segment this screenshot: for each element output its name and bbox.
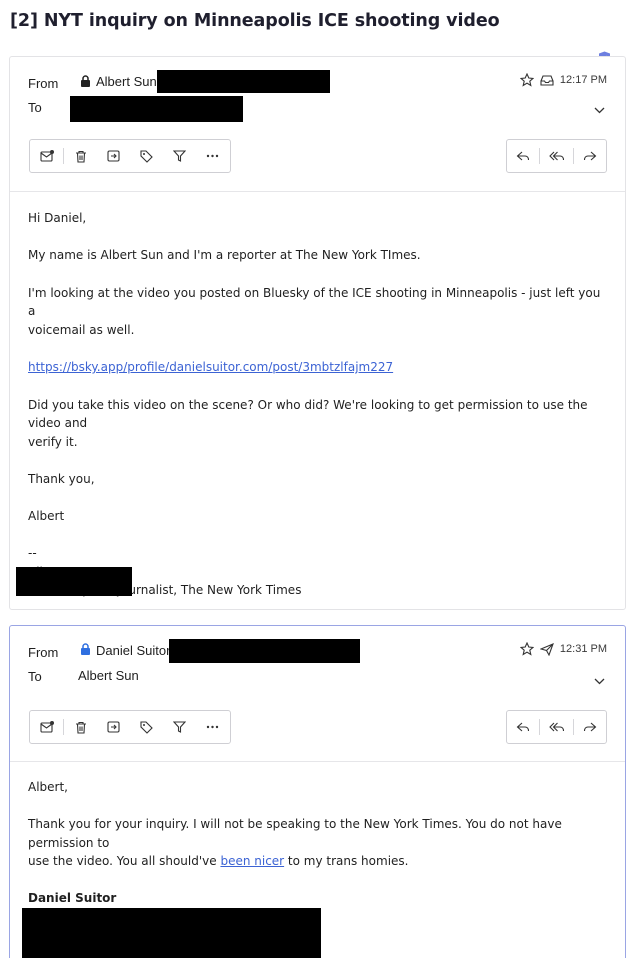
paragraph: Thank you for your inquiry. I will not b… bbox=[28, 817, 562, 868]
message-body: Hi Daniel, My name is Albert Sun and I'm… bbox=[28, 209, 607, 600]
redaction-block bbox=[70, 96, 243, 122]
message-time: 12:31 PM bbox=[559, 643, 607, 655]
mark-unread-button[interactable] bbox=[30, 711, 63, 743]
sender-name[interactable]: Albert Sun bbox=[96, 74, 157, 89]
greeting: Albert, bbox=[28, 780, 68, 794]
paragraph: My name is Albert Sun and I'm a reporter… bbox=[28, 248, 421, 262]
label-button[interactable] bbox=[130, 711, 163, 743]
reply-button[interactable] bbox=[507, 711, 539, 743]
email-subject: [2] NYT inquiry on Minneapolis ICE shoot… bbox=[10, 11, 500, 31]
message-toolbar bbox=[29, 139, 231, 173]
signature-dash: -- bbox=[28, 546, 37, 560]
filter-icon bbox=[173, 150, 186, 162]
message-card-1[interactable]: From Albert Sun To 12:17 PM Hi Daniel, M… bbox=[9, 56, 626, 610]
forward-icon bbox=[583, 721, 597, 733]
forward-button[interactable] bbox=[574, 140, 606, 172]
reply-all-icon bbox=[548, 150, 565, 162]
filter-button[interactable] bbox=[163, 140, 196, 172]
trash-icon bbox=[75, 721, 87, 734]
signoff: Albert bbox=[28, 509, 65, 523]
reply-button[interactable] bbox=[507, 140, 539, 172]
been-nicer-link[interactable]: been nicer bbox=[220, 854, 284, 868]
move-button[interactable] bbox=[97, 140, 130, 172]
header-divider bbox=[10, 191, 625, 192]
more-icon bbox=[206, 725, 219, 729]
forward-icon bbox=[583, 150, 597, 162]
from-label: From bbox=[28, 645, 59, 660]
reply-toolbar bbox=[506, 139, 607, 173]
label-icon bbox=[140, 149, 153, 163]
mark-unread-button[interactable] bbox=[30, 140, 63, 172]
move-button[interactable] bbox=[97, 711, 130, 743]
label-icon bbox=[140, 720, 153, 734]
thanks: Thank you, bbox=[28, 472, 95, 486]
paragraph: I'm looking at the video you posted on B… bbox=[28, 285, 601, 337]
move-icon bbox=[107, 150, 120, 162]
label-button[interactable] bbox=[130, 140, 163, 172]
redaction-block bbox=[16, 567, 132, 596]
reply-all-button[interactable] bbox=[540, 140, 572, 172]
more-button[interactable] bbox=[196, 711, 229, 743]
greeting: Hi Daniel, bbox=[28, 211, 87, 225]
to-label: To bbox=[28, 669, 42, 684]
inbox-icon bbox=[540, 74, 554, 87]
star-icon[interactable] bbox=[519, 73, 534, 87]
reply-all-icon bbox=[548, 721, 565, 733]
chevron-down-icon[interactable] bbox=[594, 101, 605, 119]
header-divider bbox=[10, 761, 625, 762]
message-card-2[interactable]: From Daniel Suitor To Albert Sun 12:31 P… bbox=[9, 625, 626, 958]
sender-name[interactable]: Daniel Suitor bbox=[96, 643, 170, 658]
reply-icon bbox=[516, 150, 530, 162]
filter-button[interactable] bbox=[163, 711, 196, 743]
redaction-block bbox=[169, 639, 360, 663]
message-toolbar bbox=[29, 710, 231, 744]
lock-icon bbox=[80, 643, 91, 655]
from-label: From bbox=[28, 76, 59, 91]
bluesky-link[interactable]: https://bsky.app/profile/danielsuitor.co… bbox=[28, 360, 393, 374]
redaction-block bbox=[157, 70, 330, 93]
move-icon bbox=[107, 721, 120, 733]
reply-all-button[interactable] bbox=[540, 711, 572, 743]
to-label: To bbox=[28, 100, 42, 115]
mark-unread-icon bbox=[39, 150, 54, 162]
recipient-name[interactable]: Albert Sun bbox=[78, 668, 139, 683]
filter-icon bbox=[173, 721, 186, 733]
more-icon bbox=[206, 154, 219, 158]
forward-button[interactable] bbox=[574, 711, 606, 743]
trash-icon bbox=[75, 150, 87, 163]
reply-icon bbox=[516, 721, 530, 733]
chevron-down-icon[interactable] bbox=[594, 672, 605, 690]
message-body: Albert, Thank you for your inquiry. I wi… bbox=[28, 778, 607, 926]
lock-icon bbox=[80, 75, 91, 87]
more-button[interactable] bbox=[196, 140, 229, 172]
delete-button[interactable] bbox=[64, 711, 97, 743]
sent-icon bbox=[539, 642, 554, 656]
mark-unread-icon bbox=[39, 721, 54, 733]
message-time: 12:17 PM bbox=[559, 74, 607, 86]
redaction-block bbox=[22, 908, 321, 958]
signature-name: Daniel Suitor bbox=[28, 891, 117, 905]
paragraph: Did you take this video on the scene? Or… bbox=[28, 397, 588, 449]
delete-button[interactable] bbox=[64, 140, 97, 172]
reply-toolbar bbox=[506, 710, 607, 744]
star-icon[interactable] bbox=[519, 642, 534, 656]
